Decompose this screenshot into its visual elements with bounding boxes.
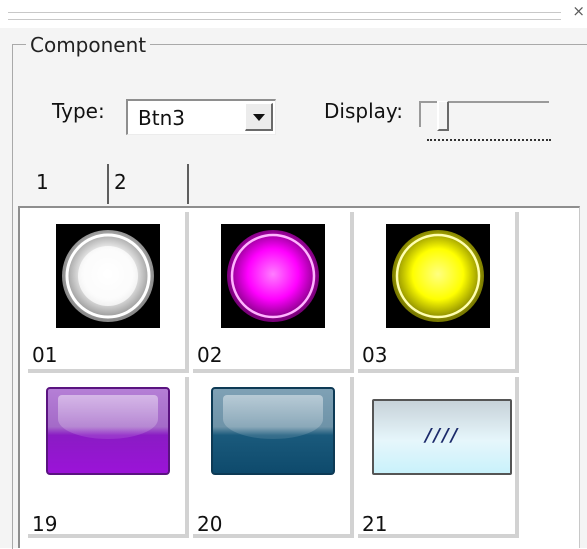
- gallery-item-03[interactable]: 03: [358, 212, 519, 373]
- gallery-item-20[interactable]: 20: [193, 377, 354, 538]
- square-button-teal-icon: [211, 387, 335, 475]
- slider-track-edge: [419, 101, 421, 127]
- dropdown-button[interactable]: [245, 103, 273, 131]
- gallery-item-21[interactable]: //// 21: [358, 377, 519, 538]
- square-button-violet-icon: [46, 387, 170, 475]
- display-label: Display:: [324, 99, 404, 123]
- tab-label: 2: [114, 170, 127, 194]
- drag-grip[interactable]: [8, 12, 561, 20]
- item-label: 01: [32, 343, 58, 367]
- flat-button-sky-icon: ////: [372, 399, 512, 475]
- round-button-white-icon: [56, 224, 160, 328]
- slider-thumb[interactable]: [437, 101, 449, 131]
- tab-1[interactable]: 1: [30, 162, 108, 204]
- type-select[interactable]: Btn3: [126, 99, 276, 135]
- tab-2[interactable]: 2: [108, 162, 190, 204]
- display-slider[interactable]: [419, 101, 551, 151]
- gallery-item-02[interactable]: 02: [193, 212, 354, 373]
- slider-ticks: [427, 139, 551, 141]
- tab-divider: [187, 164, 189, 204]
- item-label: 19: [32, 512, 58, 536]
- item-label: 20: [197, 512, 223, 536]
- round-button-magenta-icon: [221, 224, 325, 328]
- type-label: Type:: [52, 99, 105, 123]
- gallery-item-01[interactable]: 01: [28, 212, 189, 373]
- panel-titlebar: ×: [0, 0, 587, 28]
- group-title: Component: [26, 33, 151, 57]
- component-gallery: 01 02 03 19 20 //// 21: [18, 206, 580, 548]
- item-label: 21: [362, 512, 388, 536]
- item-label: 03: [362, 343, 388, 367]
- glass-highlight: [223, 395, 323, 439]
- item-label: 02: [197, 343, 223, 367]
- glass-highlight: [58, 395, 158, 439]
- close-icon[interactable]: ×: [572, 4, 585, 19]
- button-glyphs: ////: [424, 425, 460, 446]
- tab-label: 1: [36, 170, 49, 194]
- round-button-yellow-icon: [386, 224, 490, 328]
- chevron-down-icon: [253, 114, 265, 121]
- type-select-value: Btn3: [138, 106, 185, 130]
- gallery-item-19[interactable]: 19: [28, 377, 189, 538]
